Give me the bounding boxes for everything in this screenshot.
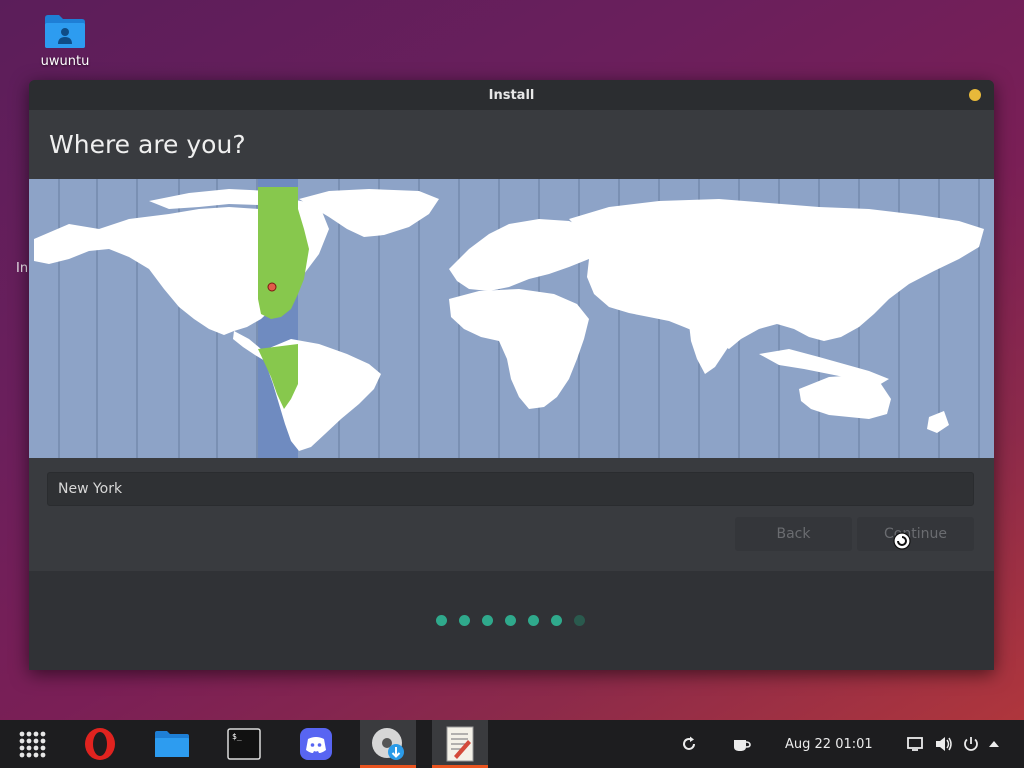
close-icon[interactable] — [969, 89, 981, 101]
folder-icon — [43, 12, 87, 50]
progress-dot — [459, 615, 470, 626]
desktop-partial-label: In — [16, 261, 29, 276]
progress-dot — [551, 615, 562, 626]
menu-arrow-icon[interactable] — [988, 720, 1000, 768]
city-input[interactable] — [47, 472, 974, 506]
opera-icon[interactable] — [72, 720, 128, 768]
progress-dot — [528, 615, 539, 626]
installer-icon[interactable] — [360, 720, 416, 768]
power-icon[interactable] — [962, 720, 980, 768]
back-button[interactable]: Back — [735, 517, 852, 551]
desktop-home-folder[interactable]: uwuntu — [30, 8, 100, 69]
timezone-map[interactable] — [29, 179, 994, 458]
svg-text:$_: $_ — [232, 732, 242, 741]
discord-icon[interactable] — [288, 720, 344, 768]
page-title: Where are you? — [49, 130, 246, 159]
busy-cursor-icon — [893, 532, 911, 554]
heading-area: Where are you? — [29, 110, 994, 179]
taskbar: $_ Aug 22 01:01 — [0, 720, 1024, 768]
refresh-icon[interactable] — [680, 720, 698, 768]
progress-dot — [505, 615, 516, 626]
progress-dot — [436, 615, 447, 626]
progress-dot — [574, 615, 585, 626]
window-titlebar[interactable]: Install — [29, 80, 994, 110]
location-controls: Back Continue — [29, 458, 994, 571]
progress-dot — [482, 615, 493, 626]
installer-window: Install Where are you? New York Back Con… — [29, 80, 994, 670]
progress-area — [29, 571, 994, 670]
clock[interactable]: Aug 22 01:01 — [785, 720, 873, 768]
desktop-folder-label: uwuntu — [40, 54, 90, 69]
city-marker — [267, 282, 277, 292]
terminal-icon[interactable]: $_ — [216, 720, 272, 768]
caffeine-icon[interactable] — [732, 720, 752, 768]
text-editor-icon[interactable] — [432, 720, 488, 768]
continue-button[interactable]: Continue — [857, 517, 974, 551]
volume-icon[interactable] — [934, 720, 954, 768]
display-icon[interactable] — [906, 720, 924, 768]
progress-dots — [436, 615, 585, 626]
window-title: Install — [488, 87, 535, 103]
app-grid-icon[interactable] — [4, 720, 60, 768]
files-icon[interactable] — [144, 720, 200, 768]
